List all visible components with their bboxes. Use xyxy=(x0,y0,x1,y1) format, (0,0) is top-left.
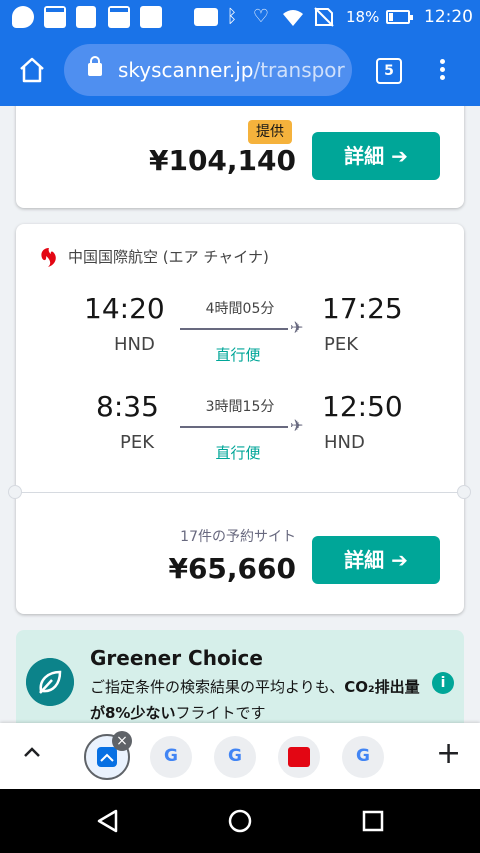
google-icon: G xyxy=(356,746,370,766)
close-tab-icon[interactable]: × xyxy=(112,731,132,751)
booking-sites-count: 17件の予約サイト xyxy=(180,529,296,545)
offer-price: ¥104,140 xyxy=(148,144,296,177)
tab-google[interactable]: G xyxy=(342,736,384,778)
calendar-icon xyxy=(44,6,66,28)
heart-rate-icon: ♡ xyxy=(252,6,270,27)
battery-percent: 18% xyxy=(346,8,380,26)
contacts-icon xyxy=(76,6,96,28)
info-icon[interactable]: i xyxy=(432,672,454,694)
depart-time: 8:35 xyxy=(96,390,159,423)
tab-google[interactable]: G xyxy=(150,736,192,778)
browser-toolbar: skyscanner.jp/transpor 5 xyxy=(0,34,480,106)
greener-text-3: フライトです xyxy=(175,704,266,722)
details-button[interactable]: 詳細 ➔ xyxy=(312,132,440,180)
tab-strip: × G G G + xyxy=(0,723,480,789)
greener-choice-banner: Greener Choice ご指定条件の検索結果の平均よりも、CO₂排出量が8… xyxy=(16,630,464,723)
plane-icon: ✈ xyxy=(290,416,304,435)
tab-google[interactable]: G xyxy=(214,736,256,778)
depart-airport: HND xyxy=(114,334,155,355)
system-nav-bar xyxy=(0,789,480,853)
offer-card: 提供 ¥104,140 詳細 ➔ xyxy=(16,106,464,208)
direct-label: 直行便 xyxy=(215,444,261,462)
alert-icon xyxy=(140,6,162,28)
ticket-notch xyxy=(8,485,22,499)
route-line xyxy=(180,426,288,428)
home-icon[interactable] xyxy=(18,56,46,84)
url-path: /transpor xyxy=(253,58,345,82)
airline-name: 中国国際航空 (エア チャイナ) xyxy=(68,248,269,266)
sponsored-badge: 提供 xyxy=(248,120,292,144)
flight-card[interactable]: 中国国際航空 (エア チャイナ) 14:20 HND 4時間05分 ✈ 直行便 … xyxy=(8,224,471,614)
greener-text-1: ご指定条件の検索結果の平均よりも、 xyxy=(90,678,345,696)
skyscanner-icon xyxy=(97,747,117,767)
tab-switcher-button[interactable]: 5 xyxy=(376,58,402,84)
voicemail-icon xyxy=(194,8,218,26)
direct-label: 直行便 xyxy=(215,346,261,364)
lock-icon xyxy=(88,56,102,76)
depart-airport: PEK xyxy=(120,432,155,453)
arrive-time: 12:50 xyxy=(322,390,403,423)
bluetooth-icon: ᛒ xyxy=(226,6,238,27)
clock: 12:20 xyxy=(424,7,473,27)
tab-airline[interactable] xyxy=(278,736,320,778)
flight-price: ¥65,660 xyxy=(168,552,296,585)
airline-logo-icon xyxy=(41,248,56,267)
route-line xyxy=(180,328,288,330)
greener-description: ご指定条件の検索結果の平均よりも、CO₂排出量が8%少ないフライトです xyxy=(90,674,420,723)
chevron-up-icon[interactable] xyxy=(20,741,44,765)
ticket-notch xyxy=(457,485,471,499)
airline-site-icon xyxy=(288,747,310,767)
no-sim-icon xyxy=(314,7,334,27)
calendar-icon xyxy=(108,6,130,28)
greener-title: Greener Choice xyxy=(90,646,263,670)
url-domain: skyscanner.jp xyxy=(118,58,254,82)
recents-icon[interactable] xyxy=(362,810,384,832)
status-bar: ᛒ ♡ 18% 12:20 xyxy=(0,0,480,34)
arrive-airport: HND xyxy=(324,432,365,453)
arrive-airport: PEK xyxy=(324,334,359,355)
flight-duration: 4時間05分 xyxy=(205,301,275,317)
address-bar[interactable]: skyscanner.jp/transpor xyxy=(64,44,352,96)
home-nav-icon[interactable] xyxy=(228,809,252,833)
flight-duration: 3時間15分 xyxy=(205,399,275,415)
leaf-icon xyxy=(26,658,74,706)
new-tab-button[interactable]: + xyxy=(436,739,461,769)
details-button[interactable]: 詳細 ➔ xyxy=(312,536,440,584)
back-icon[interactable] xyxy=(96,809,120,833)
depart-time: 14:20 xyxy=(84,292,165,325)
url-text[interactable]: skyscanner.jp/transpor xyxy=(118,44,345,96)
google-icon: G xyxy=(228,746,242,766)
plane-icon: ✈ xyxy=(290,318,304,337)
card-divider xyxy=(16,492,464,493)
page-content: 提供 ¥104,140 詳細 ➔ 中国国際航空 (エア チャイナ) 14:20 … xyxy=(0,106,480,723)
wifi-icon xyxy=(283,10,303,26)
arrive-time: 17:25 xyxy=(322,292,403,325)
google-icon: G xyxy=(164,746,178,766)
chat-icon xyxy=(12,6,34,28)
battery-icon xyxy=(386,10,413,24)
overflow-menu-icon[interactable] xyxy=(436,56,448,86)
